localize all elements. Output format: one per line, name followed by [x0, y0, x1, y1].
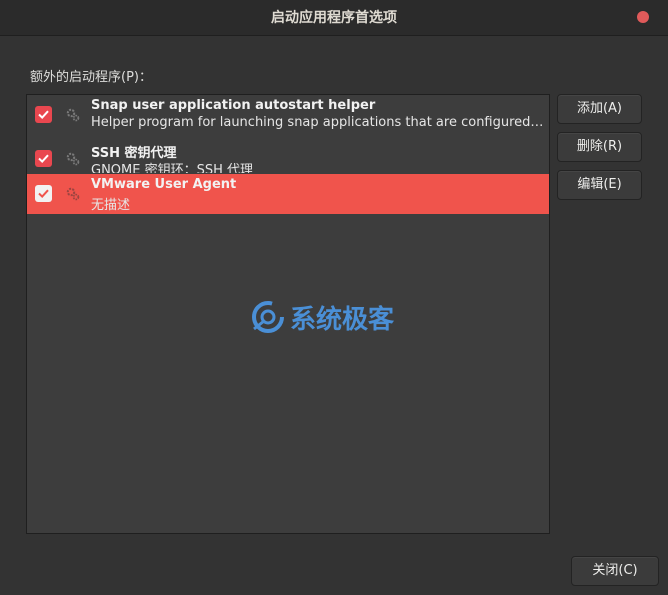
- list-item[interactable]: SSH 密钥代理 GNOME 密钥环：SSH 代理: [27, 139, 549, 173]
- startup-preferences-window: 启动应用程序首选项 额外的启动程序(P)： Snap user applicat…: [0, 0, 668, 595]
- gears-icon: [66, 152, 80, 166]
- item-name: VMware User Agent: [91, 177, 237, 192]
- add-button[interactable]: 添加(A): [557, 94, 642, 124]
- startup-programs-label: 额外的启动程序(P)：: [30, 70, 152, 85]
- watermark: 系统极客: [250, 297, 394, 337]
- window-close-button[interactable]: [637, 11, 649, 23]
- checkmark-icon: [38, 110, 49, 120]
- checkmark-icon: [38, 154, 49, 164]
- checkmark-icon: [38, 189, 49, 199]
- close-button[interactable]: 关闭(C): [571, 556, 659, 586]
- item-description: Helper program for launching snap applic…: [91, 115, 547, 130]
- list-item-selected[interactable]: VMware User Agent 无描述: [27, 174, 549, 214]
- enable-checkbox[interactable]: [35, 150, 52, 167]
- item-description: 无描述: [91, 198, 131, 213]
- watermark-text: 系统极客: [290, 304, 395, 335]
- gears-icon: [66, 187, 80, 201]
- enable-checkbox[interactable]: [35, 106, 52, 123]
- window-title: 启动应用程序首选项: [271, 10, 397, 26]
- gears-icon: [66, 108, 80, 122]
- remove-button[interactable]: 删除(R): [557, 132, 642, 162]
- list-item[interactable]: Snap user application autostart helper H…: [27, 95, 549, 135]
- item-name: Snap user application autostart helper: [91, 98, 376, 113]
- title-bar[interactable]: 启动应用程序首选项: [0, 0, 668, 36]
- edit-button[interactable]: 编辑(E): [557, 170, 642, 200]
- item-description: GNOME 密钥环：SSH 代理: [91, 163, 254, 173]
- enable-checkbox[interactable]: [35, 185, 52, 202]
- watermark-logo-icon: [252, 301, 284, 333]
